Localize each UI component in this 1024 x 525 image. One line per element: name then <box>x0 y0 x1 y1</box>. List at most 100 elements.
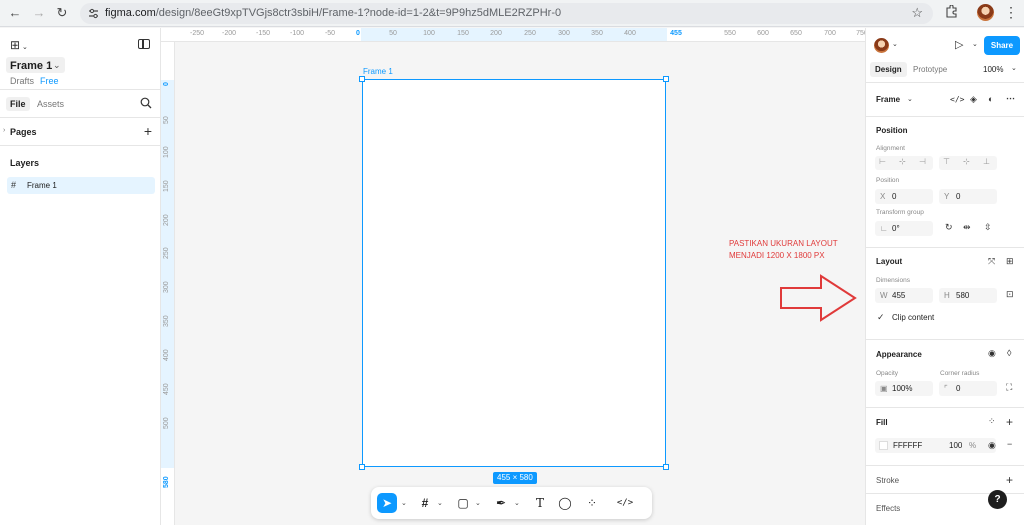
chevron-down-icon[interactable]: ⌄ <box>53 60 61 71</box>
align-bottom-icon[interactable]: ⊥ <box>983 157 990 166</box>
fill-field[interactable]: FFFFFF 100 % <box>875 438 996 453</box>
present-icon[interactable]: ▷ <box>955 38 963 51</box>
checkmark-icon[interactable]: ✓ <box>877 312 885 323</box>
add-page-icon[interactable]: + <box>144 123 152 139</box>
eye-icon[interactable]: ◉ <box>988 348 996 359</box>
resize-handle-top-left[interactable] <box>359 76 365 82</box>
tab-prototype[interactable]: Prototype <box>913 65 947 74</box>
pen-tool-icon[interactable]: ✒ <box>491 493 511 513</box>
align-top-icon[interactable]: ⊤ <box>943 157 950 166</box>
address-bar[interactable]: figma.com/design/8eeGt9xpTVGjs8ctr3sbiH/… <box>80 3 933 24</box>
appearance-section: Appearance ◉ ◊ Opacity Corner radius ▣ 10… <box>866 339 1024 406</box>
search-icon[interactable] <box>140 97 152 109</box>
x-field[interactable]: X0 <box>875 189 933 204</box>
frame-label[interactable]: Frame 1 <box>363 67 393 76</box>
chevron-down-icon[interactable]: ⌄ <box>1011 64 1017 72</box>
contrast-icon[interactable]: ◐ <box>988 94 993 104</box>
chevron-down-icon[interactable]: ⌄ <box>514 499 520 507</box>
tab-design[interactable]: Design <box>870 62 907 77</box>
width-field[interactable]: W 455 <box>875 288 933 303</box>
more-options-icon[interactable]: ⋯ <box>1006 93 1015 104</box>
component-icon[interactable]: ◈ <box>970 94 977 105</box>
align-center-icon[interactable]: ⊹ <box>899 157 906 166</box>
align-horizontal-group: ⊢ ⊹ ⊣ <box>875 156 933 170</box>
share-button[interactable]: Share <box>984 36 1020 55</box>
align-middle-icon[interactable]: ⊹ <box>963 157 970 166</box>
flip-horizontal-icon[interactable]: ⇹ <box>963 222 971 233</box>
profile-avatar[interactable] <box>977 4 994 21</box>
drafts-label[interactable]: Drafts <box>10 76 34 86</box>
section-title: Effects <box>876 504 901 513</box>
chevron-down-icon[interactable]: ⌄ <box>475 499 481 507</box>
eye-icon[interactable]: ◉ <box>988 440 996 451</box>
independent-corners-icon[interactable]: ⛶ <box>1006 382 1012 393</box>
clip-content-label[interactable]: Clip content <box>892 313 934 322</box>
blend-mode-icon[interactable]: ◊ <box>1007 348 1011 358</box>
help-button[interactable]: ? <box>988 490 1007 509</box>
code-icon[interactable]: </> <box>950 95 964 104</box>
align-right-icon[interactable]: ⊣ <box>919 157 926 166</box>
opacity-field[interactable]: ▣ 100% <box>875 381 933 396</box>
resize-handle-top-right[interactable] <box>663 76 669 82</box>
back-icon[interactable]: ← <box>6 4 24 22</box>
flip-vertical-icon[interactable]: ⇳ <box>984 222 992 233</box>
move-tool-icon[interactable]: ➤ <box>377 493 397 513</box>
tab-file[interactable]: File <box>6 97 30 111</box>
rotate-icon[interactable]: ↻ <box>945 222 953 233</box>
chevron-down-icon[interactable]: ⌄ <box>401 499 407 507</box>
y-field[interactable]: Y0 <box>939 189 997 204</box>
text-tool-icon[interactable]: T <box>530 493 550 513</box>
chevron-down-icon[interactable]: ⌄ <box>437 499 443 507</box>
align-left-icon[interactable]: ⊢ <box>879 157 886 166</box>
bookmark-star-icon[interactable]: ☆ <box>911 5 923 21</box>
site-settings-icon[interactable] <box>87 7 100 20</box>
rectangle-tool-icon[interactable]: ▢ <box>453 493 473 513</box>
ruler-tick-label: 50 <box>389 30 397 37</box>
color-swatch[interactable] <box>879 441 888 450</box>
actions-tool-icon[interactable]: ⁘ <box>582 493 602 513</box>
ruler-tick-label: 150 <box>457 30 469 37</box>
section-title: Appearance <box>876 350 922 359</box>
extensions-icon[interactable] <box>944 5 958 19</box>
resize-handle-bottom-left[interactable] <box>359 464 365 470</box>
radius-field[interactable]: ⌜ 0 <box>939 381 997 396</box>
height-field[interactable]: H 580 <box>939 288 997 303</box>
chevron-down-icon[interactable]: ⌄ <box>972 40 978 48</box>
toggle-ui-icon[interactable] <box>138 39 150 49</box>
resize-handle-bottom-right[interactable] <box>663 464 669 470</box>
dimension-badge: 455 × 580 <box>493 472 537 484</box>
frame-type-selector[interactable]: Frame <box>876 95 900 104</box>
section-title: Stroke <box>876 476 900 485</box>
frame-1[interactable] <box>362 79 666 467</box>
add-stroke-icon[interactable]: + <box>1006 473 1013 487</box>
ruler-tick-label: 200 <box>163 214 170 226</box>
dev-mode-icon[interactable]: </> <box>615 493 635 513</box>
constrain-proportions-icon[interactable]: ⊡ <box>1006 289 1014 300</box>
url-text: figma.com/design/8eeGt9xpTVGjs8ctr3sbiH/… <box>105 7 562 19</box>
forward-icon[interactable]: → <box>30 4 48 22</box>
chevron-down-icon[interactable]: ⌄ <box>892 40 898 48</box>
pages-header[interactable]: Pages <box>10 127 37 137</box>
zoom-level[interactable]: 100% <box>983 65 1003 74</box>
rotation-field[interactable]: ∟ 0° <box>875 221 933 236</box>
bottom-toolbar: ➤ ⌄ # ⌄ ▢ ⌄ ✒ ⌄ T ◯ ⁘ </> <box>371 487 652 519</box>
chevron-down-icon[interactable]: ⌄ <box>907 95 913 103</box>
plan-badge[interactable]: Free <box>40 76 59 86</box>
figma-main-menu-icon[interactable]: ⊞ ⌄ <box>10 38 28 52</box>
browser-menu-icon[interactable]: ⋮ <box>1004 4 1018 20</box>
remove-fill-icon[interactable]: − <box>1007 439 1012 449</box>
auto-layout-icon[interactable]: ⊞ <box>1006 256 1014 267</box>
avatar[interactable] <box>874 38 889 53</box>
fit-icon[interactable]: ⤧ <box>988 256 995 267</box>
add-fill-icon[interactable]: + <box>1006 415 1013 429</box>
styles-icon[interactable]: ⁘ <box>988 416 996 427</box>
ruler-tick-label: 400 <box>163 349 170 361</box>
chevron-right-icon[interactable]: › <box>3 127 5 134</box>
file-name[interactable]: Frame 1 <box>10 60 52 72</box>
layer-item[interactable]: # Frame 1 <box>7 177 155 194</box>
frame-tool-icon[interactable]: # <box>415 493 435 513</box>
tab-assets[interactable]: Assets <box>33 97 68 111</box>
comment-tool-icon[interactable]: ◯ <box>555 493 575 513</box>
reload-icon[interactable]: ↻ <box>53 4 71 22</box>
ruler-tick-label: 100 <box>163 146 170 158</box>
